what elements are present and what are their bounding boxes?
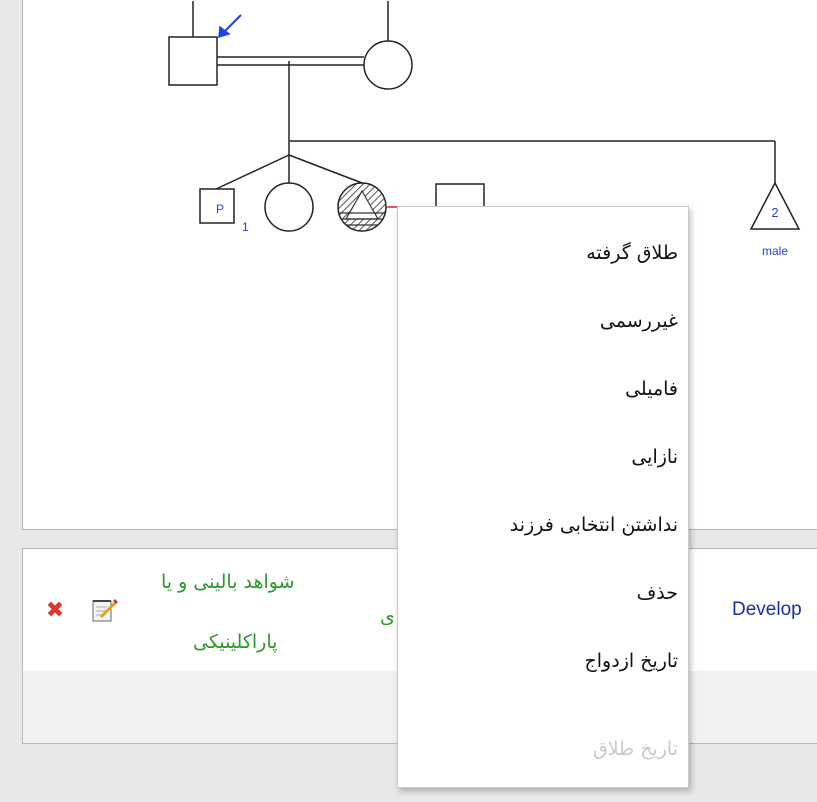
evidence-text-line2: پاراکلینیکی xyxy=(193,631,278,653)
sibling-count-label: 2 xyxy=(771,205,778,220)
menu-item-divorce-date: تاریخ طلاق xyxy=(592,738,678,760)
close-x-icon[interactable]: ✖ xyxy=(45,600,65,622)
proband-arrow-line xyxy=(222,14,242,34)
sibling-gender-label: male xyxy=(762,244,788,258)
proband-index-label: 1 xyxy=(242,220,249,234)
menu-item-marriage-date[interactable]: تاریخ ازدواج xyxy=(398,627,688,695)
menu-item-delete[interactable]: حذف xyxy=(398,559,688,627)
pregnancy-label: P xyxy=(216,202,224,216)
menu-item-childless-by-choice[interactable]: نداشتن انتخابی فرزند xyxy=(398,491,688,559)
menu-item-divorced[interactable]: طلاق گرفته xyxy=(398,219,688,287)
child-link-1 xyxy=(215,154,290,190)
daughter-symbol[interactable] xyxy=(264,182,314,232)
child-link-3 xyxy=(288,154,363,184)
menu-item-informal[interactable]: غیررسمی xyxy=(398,287,688,355)
evidence-text-line1: شواهد بالینی و یا xyxy=(161,571,295,593)
menu-item-infertility[interactable]: نازایی xyxy=(398,423,688,491)
menu-item-consanguineous[interactable]: فامیلی xyxy=(398,355,688,423)
notepad-pencil-icon[interactable] xyxy=(91,597,119,623)
father-symbol[interactable] xyxy=(168,36,218,86)
develop-text: Develop xyxy=(732,599,802,620)
context-menu: طلاق گرفته غیررسمی فامیلی نازایی نداشتن … xyxy=(397,206,689,788)
partial-column-text: ی xyxy=(380,606,395,628)
mother-symbol[interactable] xyxy=(363,40,413,90)
